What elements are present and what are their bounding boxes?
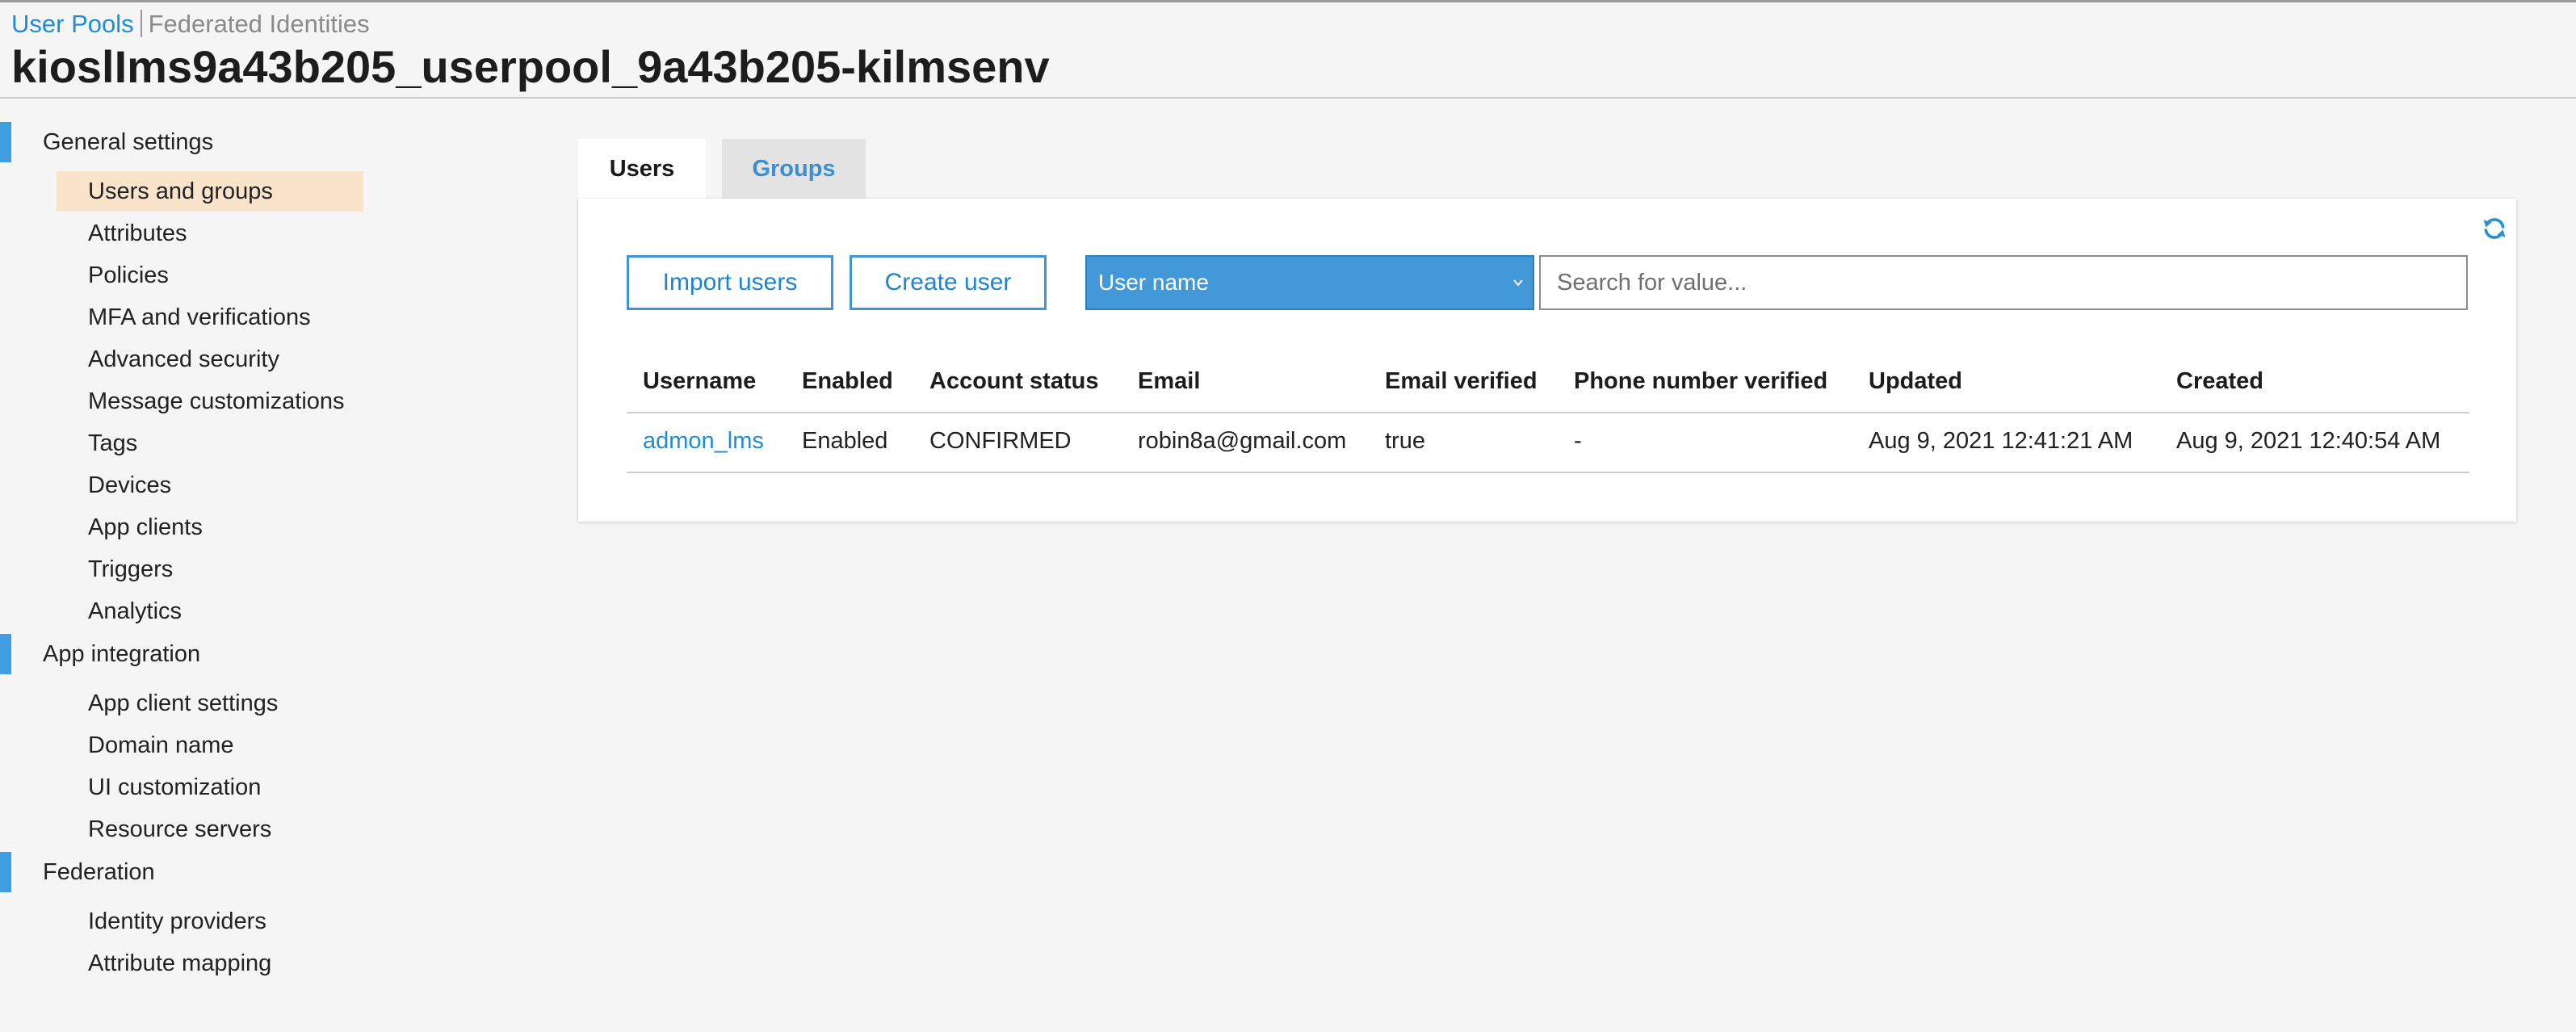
sidebar-item-message-customizations[interactable]: Message customizations	[57, 381, 363, 422]
sidebar-item-label: MFA and verifications	[88, 304, 311, 330]
column-header-account-status[interactable]: Account status	[929, 368, 1098, 395]
search-input[interactable]	[1539, 255, 2468, 310]
tab-users[interactable]: Users	[578, 139, 706, 199]
sidebar-item-label: App clients	[88, 514, 203, 540]
sidebar-item-identity-providers[interactable]: Identity providers	[57, 901, 363, 942]
sidebar-item-label: Devices	[88, 472, 172, 498]
sidebar-item-label: Attribute mapping	[88, 950, 272, 976]
column-header-username[interactable]: Username	[643, 368, 756, 395]
sidebar-item-mfa-and-verifications[interactable]: MFA and verifications	[57, 297, 363, 338]
sidebar-item-label: Advanced security	[88, 346, 279, 372]
select-value: User name	[1098, 270, 1209, 295]
sidebar-section-app-integration[interactable]: App integration	[0, 634, 371, 674]
created-cell: Aug 9, 2021 12:40:54 AM	[2176, 428, 2441, 454]
sidebar-item-domain-name[interactable]: Domain name	[57, 725, 363, 766]
sidebar-item-ui-customization[interactable]: UI customization	[57, 767, 363, 808]
sidebar-section-label: App integration	[43, 641, 201, 667]
sidebar-item-attributes[interactable]: Attributes	[57, 213, 363, 254]
sidebar-item-label: Policies	[88, 262, 169, 288]
sidebar-item-analytics[interactable]: Analytics	[57, 591, 363, 631]
email-verified-cell: true	[1385, 428, 1425, 454]
sidebar-nav: General settings Users and groups Attrib…	[0, 0, 565, 1032]
sidebar-item-label: Resource servers	[88, 816, 272, 842]
sidebar-item-tags[interactable]: Tags	[57, 423, 363, 464]
sidebar-item-label: Message customizations	[88, 388, 345, 414]
phone-verified-cell: -	[1574, 428, 1582, 454]
section-indicator	[0, 122, 11, 162]
refresh-icon[interactable]	[2481, 215, 2508, 242]
sidebar-item-triggers[interactable]: Triggers	[57, 549, 363, 589]
sidebar-item-label: Users and groups	[88, 178, 273, 204]
sidebar-item-label: UI customization	[88, 774, 262, 800]
updated-cell: Aug 9, 2021 12:41:21 AM	[1869, 428, 2133, 454]
sidebar-item-label: Identity providers	[88, 908, 266, 934]
username-link[interactable]: admon_lms	[643, 428, 764, 455]
sidebar-item-policies[interactable]: Policies	[57, 255, 363, 296]
sidebar-section-label: General settings	[43, 129, 214, 155]
tab-groups[interactable]: Groups	[722, 139, 866, 199]
account-status-cell: CONFIRMED	[929, 428, 1072, 454]
column-header-phone-number-verified[interactable]: Phone number verified	[1574, 368, 1827, 395]
sidebar-item-app-clients[interactable]: App clients	[57, 507, 363, 547]
sidebar-section-federation[interactable]: Federation	[0, 852, 371, 892]
table-header-divider	[627, 412, 2469, 413]
column-header-updated[interactable]: Updated	[1869, 368, 1962, 395]
sidebar-item-attribute-mapping[interactable]: Attribute mapping	[57, 943, 363, 984]
sidebar-item-label: Domain name	[88, 732, 234, 758]
users-panel: Import users Create user User name Usern…	[578, 199, 2516, 522]
column-header-created[interactable]: Created	[2176, 368, 2263, 395]
sidebar-item-app-client-settings[interactable]: App client settings	[57, 683, 363, 724]
sidebar-item-resource-servers[interactable]: Resource servers	[57, 809, 363, 850]
sidebar-item-devices[interactable]: Devices	[57, 465, 363, 506]
sidebar-item-label: Tags	[88, 430, 138, 456]
create-user-button[interactable]: Create user	[850, 255, 1047, 310]
sidebar-item-users-and-groups[interactable]: Users and groups	[57, 171, 363, 212]
sidebar-item-label: Triggers	[88, 556, 174, 582]
column-header-email[interactable]: Email	[1138, 368, 1200, 395]
column-header-email-verified[interactable]: Email verified	[1385, 368, 1538, 395]
sidebar-item-advanced-security[interactable]: Advanced security	[57, 339, 363, 380]
sidebar-section-label: Federation	[43, 859, 155, 885]
sidebar-item-label: Analytics	[88, 598, 183, 624]
sidebar-section-general-settings[interactable]: General settings	[0, 122, 371, 162]
chevron-down-icon	[1513, 279, 1523, 287]
table-row-divider	[627, 472, 2469, 473]
section-indicator	[0, 852, 11, 892]
sidebar-item-label: App client settings	[88, 690, 279, 716]
enabled-cell: Enabled	[802, 428, 888, 454]
email-cell: robin8a@gmail.com	[1138, 428, 1347, 454]
column-header-enabled[interactable]: Enabled	[802, 368, 893, 395]
search-attribute-select[interactable]: User name	[1085, 255, 1534, 310]
section-indicator	[0, 634, 11, 674]
import-users-button[interactable]: Import users	[627, 255, 833, 310]
sidebar-item-label: Attributes	[88, 220, 187, 246]
